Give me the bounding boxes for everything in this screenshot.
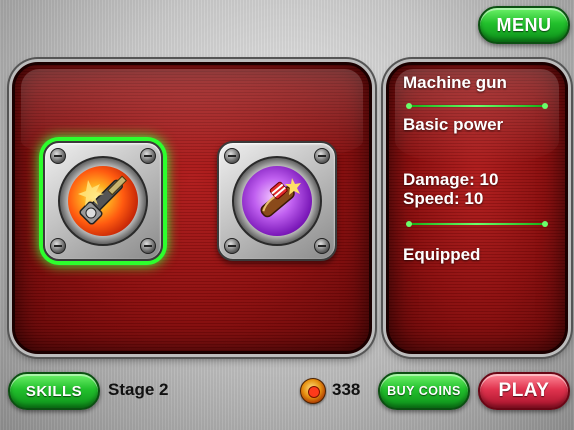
weapon-frame [232, 156, 322, 246]
screw-icon [224, 238, 240, 254]
weapon-info-panel: Machine gun Basic power Damage: 10 Speed… [386, 62, 568, 354]
coin-icon [300, 378, 326, 404]
screw-icon [50, 238, 66, 254]
screw-icon [314, 148, 330, 164]
screw-icon [50, 148, 66, 164]
weapon-speed: Speed: 10 [403, 189, 484, 208]
weapon-damage: Damage: 10 [403, 170, 499, 189]
screw-icon [224, 148, 240, 164]
weapon-name: Machine gun [403, 73, 507, 92]
weapon-slot-machine-gun[interactable] [43, 141, 163, 261]
skills-button[interactable]: SKILLS [8, 372, 100, 410]
menu-button[interactable]: MENU [478, 6, 570, 44]
divider [406, 103, 548, 109]
divider [406, 221, 548, 227]
weapon-frame [58, 156, 148, 246]
buy-coins-button[interactable]: BUY COINS [378, 372, 470, 410]
play-button-label: PLAY [498, 380, 550, 401]
coin-count: 338 [332, 380, 361, 399]
buy-coins-button-label: BUY COINS [387, 384, 461, 398]
firecracker-rocket-icon [242, 166, 312, 236]
play-button[interactable]: PLAY [478, 372, 570, 410]
weapon-slot-firecracker[interactable] [217, 141, 337, 261]
menu-button-label: MENU [496, 14, 552, 35]
machine-gun-icon [68, 166, 138, 236]
screw-icon [314, 238, 330, 254]
screw-icon [140, 148, 156, 164]
screw-icon [140, 238, 156, 254]
stage-label: Stage 2 [108, 380, 169, 399]
weapon-power: Basic power [403, 115, 504, 134]
weapon-selection-panel [12, 62, 372, 354]
equip-status: Equipped [403, 245, 481, 264]
skills-button-label: SKILLS [25, 382, 83, 400]
